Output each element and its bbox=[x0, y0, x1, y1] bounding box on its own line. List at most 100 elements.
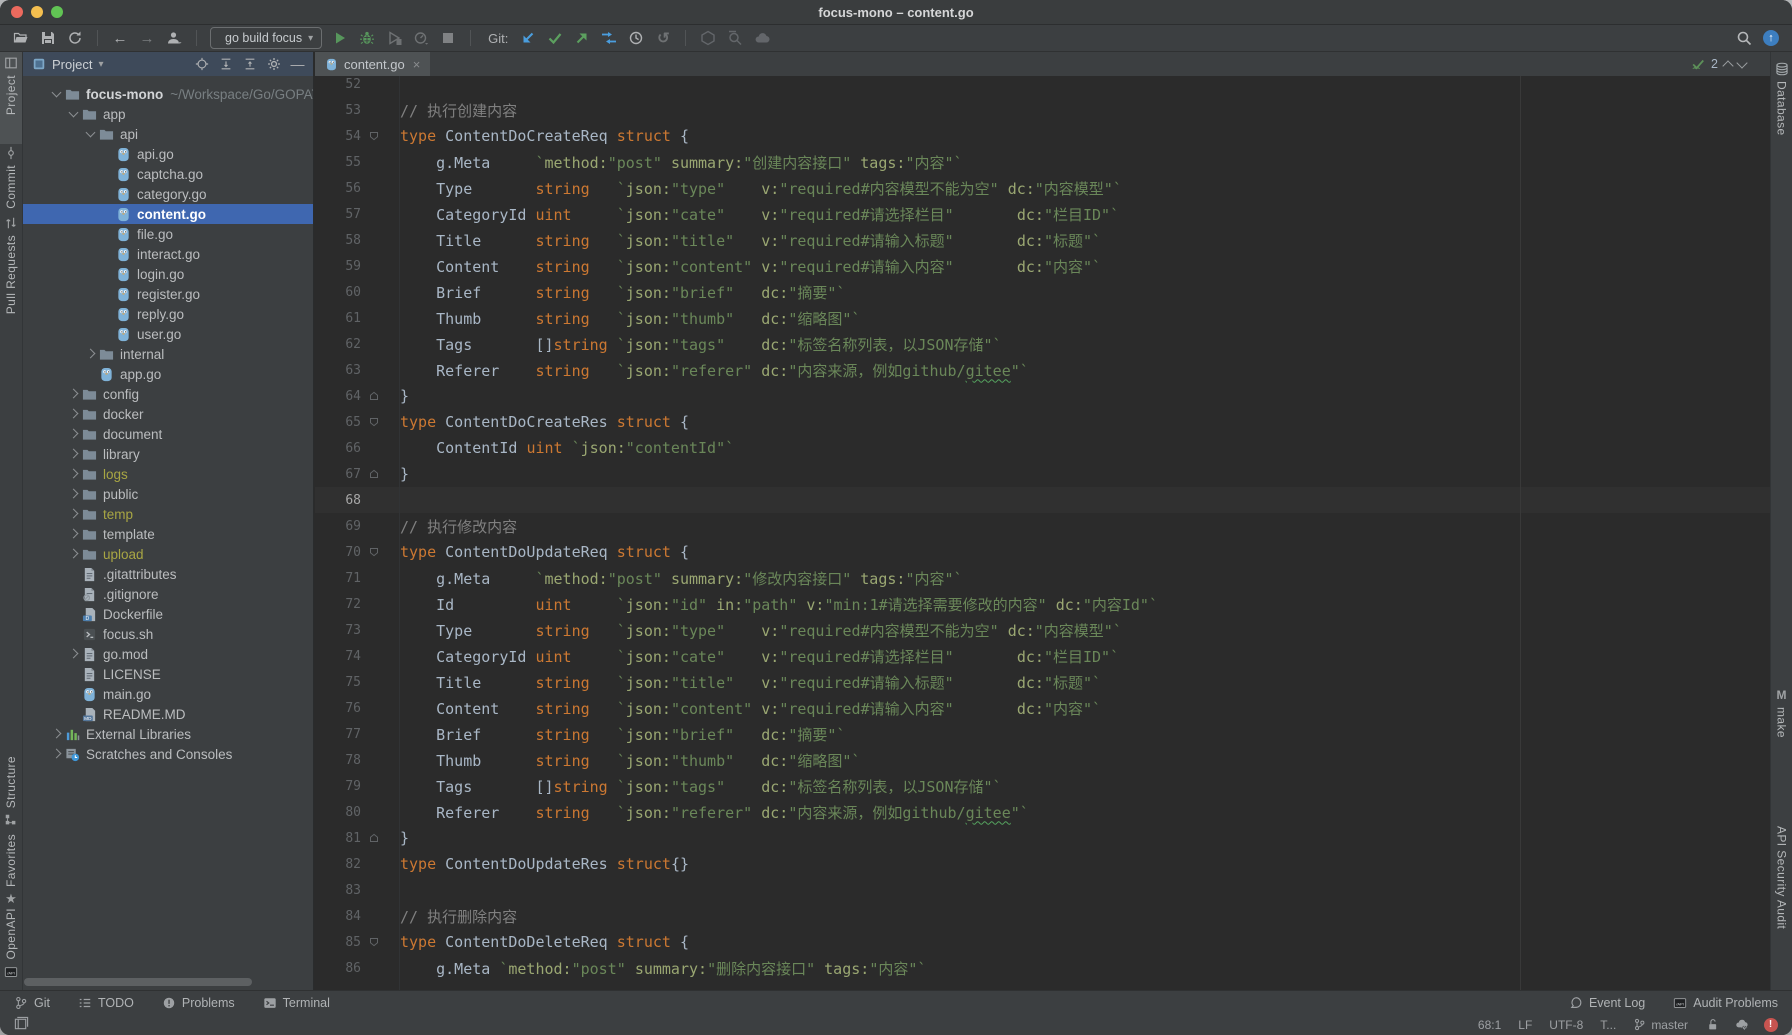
tool-button-project[interactable]: Project bbox=[0, 52, 22, 144]
chevron-right-icon[interactable] bbox=[66, 511, 81, 517]
code-line-69[interactable]: 69// 执行修改内容 bbox=[315, 513, 1770, 539]
chevron-right-icon[interactable] bbox=[49, 731, 64, 737]
code-line-80[interactable]: 80 Referer string `json:"referer" dc:"内容… bbox=[315, 799, 1770, 825]
minimize-window-button[interactable] bbox=[31, 6, 43, 18]
code-line-57[interactable]: 57 CategoryId uint `json:"cate" v:"requi… bbox=[315, 201, 1770, 227]
code-line-58[interactable]: 58 Title string `json:"title" v:"require… bbox=[315, 227, 1770, 253]
next-problem-icon[interactable] bbox=[1736, 57, 1747, 68]
caret-position[interactable]: 68:1 bbox=[1478, 1018, 1501, 1032]
code-line-71[interactable]: 71 g.Meta `method:"post" summary:"修改内容接口… bbox=[315, 565, 1770, 591]
code-line-68[interactable]: 68 bbox=[315, 487, 1770, 513]
tree-item-focus-sh[interactable]: focus.sh bbox=[23, 624, 313, 644]
chevron-right-icon[interactable] bbox=[66, 431, 81, 437]
tree-item-app[interactable]: app bbox=[23, 104, 313, 124]
code-line-81[interactable]: 81} bbox=[315, 825, 1770, 851]
tool-window-button-audit-problems[interactable]: /APIAudit Problems bbox=[1673, 996, 1778, 1010]
stop-button[interactable] bbox=[439, 29, 457, 47]
chevron-down-icon[interactable] bbox=[83, 132, 98, 136]
tree-item-logs[interactable]: logs bbox=[23, 464, 313, 484]
chevron-right-icon[interactable] bbox=[83, 351, 98, 357]
expand-all-button[interactable] bbox=[218, 57, 233, 72]
git-rollback-button[interactable]: ↺ bbox=[654, 29, 672, 47]
code-line-56[interactable]: 56 Type string `json:"type" v:"required#… bbox=[315, 175, 1770, 201]
code-line-74[interactable]: 74 CategoryId uint `json:"cate" v:"requi… bbox=[315, 643, 1770, 669]
project-panel-title[interactable]: Project bbox=[52, 57, 92, 72]
project-horizontal-scrollbar[interactable] bbox=[24, 978, 252, 986]
fold-marker-icon[interactable] bbox=[361, 131, 387, 141]
code-line-77[interactable]: 77 Brief string `json:"brief" dc:"摘要"` bbox=[315, 721, 1770, 747]
chevron-right-icon[interactable] bbox=[66, 531, 81, 537]
line-separator[interactable]: LF bbox=[1518, 1018, 1532, 1032]
tree-item-go-mod[interactable]: go.mod bbox=[23, 644, 313, 664]
run-button[interactable] bbox=[331, 29, 349, 47]
code-line-84[interactable]: 84// 执行删除内容 bbox=[315, 903, 1770, 929]
tree-item-internal[interactable]: internal bbox=[23, 344, 313, 364]
fold-marker-icon[interactable] bbox=[361, 833, 387, 843]
tree-item-license[interactable]: LICENSE bbox=[23, 664, 313, 684]
code-line-67[interactable]: 67} bbox=[315, 461, 1770, 487]
git-update-button[interactable] bbox=[519, 29, 537, 47]
tree-item-login-go[interactable]: login.go bbox=[23, 264, 313, 284]
update-badge-button[interactable]: ↑ bbox=[1762, 29, 1780, 47]
code-line-66[interactable]: 66 ContentId uint `json:"contentId"` bbox=[315, 435, 1770, 461]
cloud-gear-status-icon[interactable] bbox=[1734, 1017, 1749, 1032]
tree-item-readme-md[interactable]: MDREADME.MD bbox=[23, 704, 313, 724]
code-line-61[interactable]: 61 Thumb string `json:"thumb" dc:"缩略图"` bbox=[315, 305, 1770, 331]
chevron-right-icon[interactable] bbox=[66, 411, 81, 417]
tool-window-button-git[interactable]: Git bbox=[14, 996, 50, 1010]
code-line-82[interactable]: 82type ContentDoUpdateRes struct{} bbox=[315, 851, 1770, 877]
tool-button-openapi[interactable]: OpenAPI/API bbox=[0, 904, 22, 984]
code-line-52[interactable]: 52 bbox=[315, 76, 1770, 97]
code-line-78[interactable]: 78 Thumb string `json:"thumb" dc:"缩略图"` bbox=[315, 747, 1770, 773]
tree-item-dockerfile[interactable]: DDockerfile bbox=[23, 604, 313, 624]
code-line-60[interactable]: 60 Brief string `json:"brief" dc:"摘要"` bbox=[315, 279, 1770, 305]
code-line-65[interactable]: 65type ContentDoCreateRes struct { bbox=[315, 409, 1770, 435]
code-area[interactable]: 5253// 执行创建内容54type ContentDoCreateReq s… bbox=[315, 76, 1770, 990]
fold-marker-icon[interactable] bbox=[361, 937, 387, 947]
code-line-73[interactable]: 73 Type string `json:"type" v:"required#… bbox=[315, 617, 1770, 643]
git-commit-button[interactable] bbox=[546, 29, 564, 47]
close-window-button[interactable] bbox=[11, 6, 23, 18]
error-status-icon[interactable]: ! bbox=[1763, 1017, 1778, 1032]
chevron-down-icon[interactable] bbox=[49, 92, 64, 96]
tree-item-captcha-go[interactable]: captcha.go bbox=[23, 164, 313, 184]
maximize-window-button[interactable] bbox=[51, 6, 63, 18]
code-line-55[interactable]: 55 g.Meta `method:"post" summary:"创建内容接口… bbox=[315, 149, 1770, 175]
tree-item-public[interactable]: public bbox=[23, 484, 313, 504]
tree-item-api-go[interactable]: api.go bbox=[23, 144, 313, 164]
tree-item-focus-mono[interactable]: focus-mono~/Workspace/Go/GOPATH/src/gith… bbox=[23, 84, 313, 104]
git-history-button[interactable] bbox=[627, 29, 645, 47]
chevron-down-icon[interactable] bbox=[66, 112, 81, 116]
tool-window-button-problems[interactable]: Problems bbox=[162, 996, 235, 1010]
code-line-86[interactable]: 86 g.Meta `method:"post" summary:"删除内容接口… bbox=[315, 955, 1770, 981]
tab-content-go[interactable]: content.go × bbox=[315, 52, 430, 76]
tree-item-content-go[interactable]: content.go bbox=[23, 204, 313, 224]
close-tab-icon[interactable]: × bbox=[413, 57, 421, 72]
back-button[interactable]: ← bbox=[111, 29, 129, 47]
tree-item--gitignore[interactable]: .gitignore bbox=[23, 584, 313, 604]
fold-marker-icon[interactable] bbox=[361, 417, 387, 427]
fold-marker-icon[interactable] bbox=[361, 547, 387, 557]
inspection-widget[interactable]: 2 bbox=[1691, 57, 1746, 71]
code-line-76[interactable]: 76 Content string `json:"content" v:"req… bbox=[315, 695, 1770, 721]
chevron-right-icon[interactable] bbox=[66, 491, 81, 497]
file-encoding[interactable]: UTF-8 bbox=[1549, 1018, 1583, 1032]
tree-item-document[interactable]: document bbox=[23, 424, 313, 444]
tool-button-structure[interactable]: Structure bbox=[0, 752, 22, 832]
code-line-54[interactable]: 54type ContentDoCreateReq struct { bbox=[315, 123, 1770, 149]
git-merge-button[interactable] bbox=[600, 29, 618, 47]
prev-problem-icon[interactable] bbox=[1722, 60, 1733, 71]
tree-item-user-go[interactable]: user.go bbox=[23, 324, 313, 344]
sync-button[interactable] bbox=[66, 29, 84, 47]
search-button[interactable] bbox=[1735, 29, 1753, 47]
locate-button[interactable] bbox=[194, 57, 209, 72]
tool-window-button-event-log[interactable]: Event Log bbox=[1569, 996, 1645, 1010]
code-line-59[interactable]: 59 Content string `json:"content" v:"req… bbox=[315, 253, 1770, 279]
chevron-right-icon[interactable] bbox=[66, 471, 81, 477]
collapse-all-button[interactable] bbox=[242, 57, 257, 72]
fold-marker-icon[interactable] bbox=[361, 391, 387, 401]
tree-item-template[interactable]: template bbox=[23, 524, 313, 544]
open-folder-button[interactable] bbox=[12, 29, 30, 47]
code-line-70[interactable]: 70type ContentDoUpdateReq struct { bbox=[315, 539, 1770, 565]
tree-item-main-go[interactable]: main.go bbox=[23, 684, 313, 704]
